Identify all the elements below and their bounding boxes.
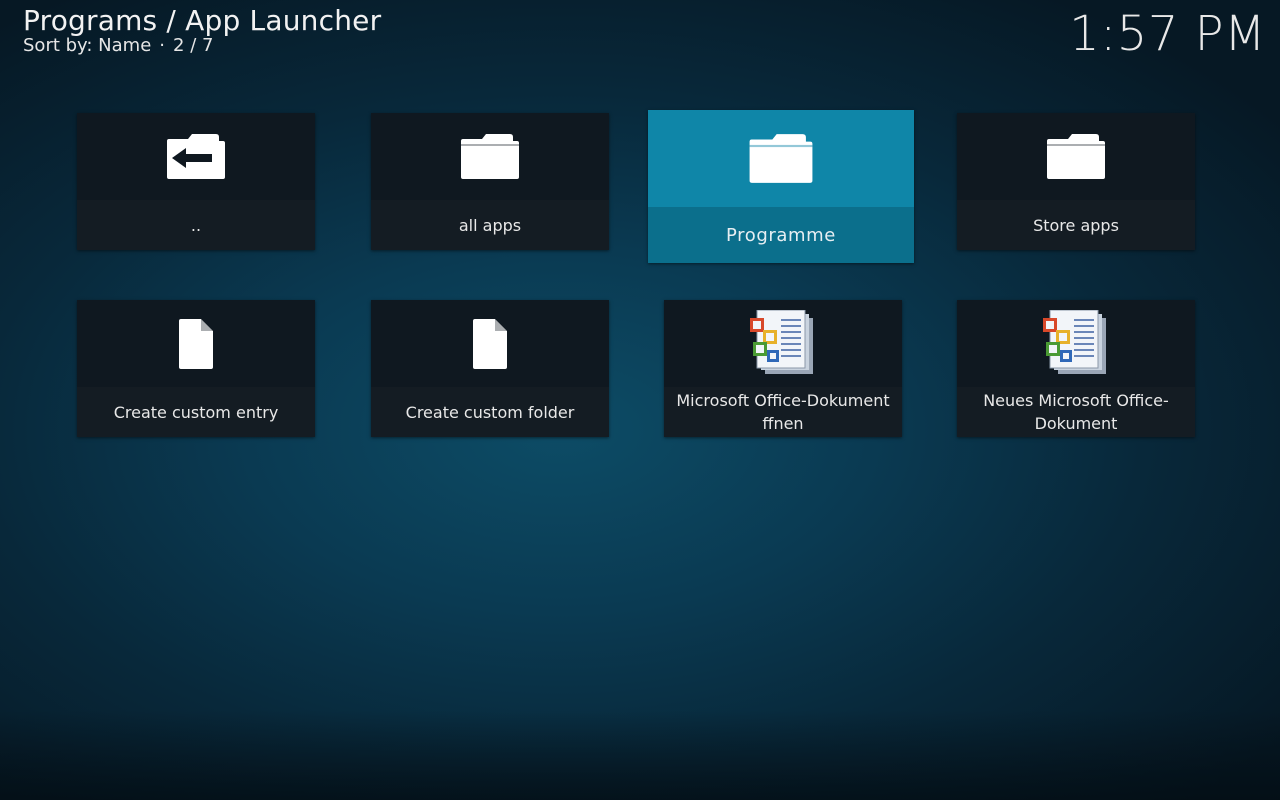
tile-new-office-document[interactable]: Neues Microsoft Office-Dokument (957, 300, 1195, 437)
tile-store-apps[interactable]: Store apps (957, 113, 1195, 250)
tile-label: Create custom entry (113, 402, 279, 422)
office-document-icon (750, 309, 813, 374)
folder-back-icon (167, 133, 225, 179)
sort-label: Sort by: Name (23, 35, 152, 56)
office-document-icon (1043, 309, 1106, 374)
folder-icon (1047, 133, 1105, 179)
file-icon (179, 318, 213, 369)
tile-programme[interactable]: Programme (648, 110, 914, 263)
tile-label: all apps (458, 215, 522, 235)
tile-label: Microsoft Office-Dokument ffnen (676, 391, 890, 433)
tile-label: Programme (726, 224, 836, 246)
tile-create-custom-entry[interactable]: Create custom entry (77, 300, 315, 437)
tile-label: .. (190, 215, 202, 235)
folder-icon (749, 133, 813, 183)
separator: · (159, 35, 166, 56)
item-position: 2 / 7 (173, 35, 214, 56)
tile-label: Store apps (1033, 215, 1119, 235)
tile-label: Create custom folder (405, 402, 575, 422)
page-header: Programs / App Launcher Sort by: Name · 2 … (23, 4, 381, 56)
clock: 1:57 PM (1069, 6, 1266, 62)
sort-info: Sort by: Name · 2 / 7 (23, 36, 381, 56)
tile-parent-folder[interactable]: .. (77, 113, 315, 250)
tile-label: Neues Microsoft Office-Dokument (983, 391, 1169, 433)
tile-create-custom-folder[interactable]: Create custom folder (371, 300, 609, 437)
folder-icon (461, 133, 519, 179)
tile-open-office-document[interactable]: Microsoft Office-Dokument ffnen (664, 300, 902, 437)
tile-all-apps[interactable]: all apps (371, 113, 609, 250)
background-shade (0, 710, 1280, 800)
file-icon (473, 318, 507, 369)
page-title: Programs / App Launcher (23, 4, 382, 37)
